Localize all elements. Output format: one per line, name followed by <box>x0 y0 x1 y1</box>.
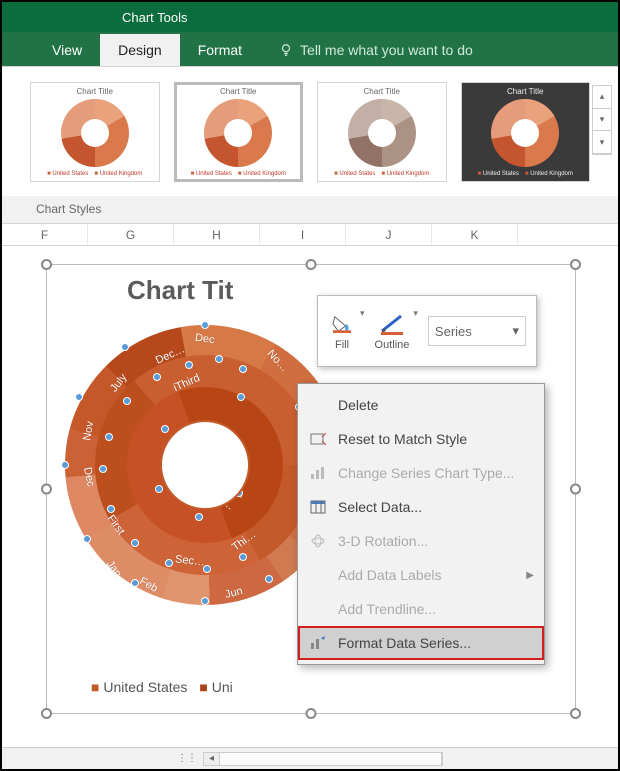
col-K[interactable]: K <box>432 224 518 245</box>
fill-button[interactable]: Fill <box>328 311 356 351</box>
resize-handle[interactable] <box>570 259 581 270</box>
resize-handle[interactable] <box>570 708 581 719</box>
fill-icon <box>328 311 356 337</box>
scroll-left-icon[interactable]: ◂ <box>204 753 220 765</box>
seg-label: Sec… <box>174 553 205 568</box>
dropdown-caret-icon: ▾ <box>512 323 519 339</box>
gallery-down-icon[interactable]: ▾ <box>593 109 611 132</box>
outline-icon <box>378 311 406 337</box>
horizontal-scrollbar[interactable]: ◂ <box>203 752 443 766</box>
tab-design[interactable]: Design <box>100 34 180 66</box>
resize-handle[interactable] <box>41 259 52 270</box>
seg-label: Dec <box>81 466 97 488</box>
resize-handle[interactable] <box>41 484 52 495</box>
ctx-delete[interactable]: Delete <box>298 388 544 422</box>
column-headers: F G H I J K <box>2 224 618 246</box>
seg-label: First <box>105 513 127 537</box>
grip-icon[interactable]: ⋮⋮ <box>177 753 197 764</box>
reset-icon <box>308 429 328 449</box>
seg-label: Dec… <box>154 343 187 366</box>
chart-style-4[interactable]: Chart Title United StatesUnited Kingdom <box>461 82 591 182</box>
ctx-3d-rotation: 3-D Rotation... <box>298 524 544 558</box>
legend-item[interactable]: United States <box>91 679 187 695</box>
worksheet-area[interactable]: Chart Tit Dec Dec… iThird July Nov No… D… <box>2 246 618 747</box>
ctx-select-data[interactable]: Select Data... <box>298 490 544 524</box>
chart-tools-title: Chart Tools <box>2 2 618 32</box>
seg-label: Jun <box>224 585 244 601</box>
seg-label: No… <box>265 348 291 375</box>
ribbon-tabs: View Design Format Tell me what you want… <box>2 32 618 66</box>
tellme-label: Tell me what you want to do <box>300 42 473 58</box>
resize-handle[interactable] <box>306 259 317 270</box>
rotate-3d-icon <box>308 531 328 551</box>
col-J[interactable]: J <box>346 224 432 245</box>
tab-format[interactable]: Format <box>180 34 260 66</box>
resize-handle[interactable] <box>41 708 52 719</box>
select-data-icon <box>308 497 328 517</box>
thumb-title: Chart Title <box>77 87 113 96</box>
context-menu: Delete Reset to Match Style Change Serie… <box>297 383 545 665</box>
thumb-title: Chart Title <box>507 87 543 96</box>
outline-button[interactable]: Outline <box>375 311 410 351</box>
fill-label: Fill <box>335 339 349 351</box>
chart-title[interactable]: Chart Tit <box>127 275 233 306</box>
col-I[interactable]: I <box>260 224 346 245</box>
legend-item[interactable]: Uni <box>199 679 232 695</box>
resize-handle[interactable] <box>306 708 317 719</box>
thumb-title: Chart Title <box>220 87 256 96</box>
col-H[interactable]: H <box>174 224 260 245</box>
dropdown-caret-icon[interactable]: ▾ <box>360 308 365 319</box>
seg-label: July <box>108 372 130 395</box>
seg-label: Jan <box>104 558 124 579</box>
series-label: Series <box>435 324 472 339</box>
chart-styles-group-label: Chart Styles <box>2 196 618 224</box>
chart-style-1[interactable]: Chart Title United StatesUnited Kingdom <box>30 82 160 182</box>
seg-label: Dec <box>194 332 215 347</box>
chart-legend[interactable]: United States Uni <box>91 679 233 695</box>
chart-style-3[interactable]: Chart Title United StatesUnited Kingdom <box>317 82 447 182</box>
col-F[interactable]: F <box>2 224 88 245</box>
ctx-reset[interactable]: Reset to Match Style <box>298 422 544 456</box>
bulb-icon <box>278 42 294 58</box>
dropdown-caret-icon[interactable]: ▾ <box>413 308 418 319</box>
style-gallery: Chart Title United StatesUnited Kingdom … <box>2 66 618 196</box>
seg-label: Sta… <box>164 440 193 466</box>
chart-element-picker[interactable]: Series ▾ <box>428 316 526 346</box>
chart-object[interactable]: Chart Tit Dec Dec… iThird July Nov No… D… <box>46 264 576 714</box>
ctx-format-data-series[interactable]: Format Data Series... <box>298 626 544 660</box>
chart-style-2[interactable]: Chart Title United StatesUnited Kingdom <box>174 82 304 182</box>
submenu-arrow-icon: ▶ <box>526 570 534 581</box>
gallery-up-icon[interactable]: ▴ <box>593 86 611 109</box>
sheet-footer: ⋮⋮ ◂ <box>2 747 618 769</box>
format-series-icon <box>308 633 328 653</box>
ctx-add-data-labels: Add Data Labels ▶ <box>298 558 544 592</box>
gallery-more-icon[interactable]: ▾ <box>593 131 611 154</box>
seg-label: Feb <box>137 575 159 595</box>
seg-label: Nov <box>81 420 96 441</box>
mini-toolbar: Fill ▾ Outline ▾ Series ▾ <box>317 295 537 367</box>
outline-label: Outline <box>375 339 410 351</box>
tellme[interactable]: Tell me what you want to do <box>260 34 491 66</box>
ctx-add-trendline: Add Trendline... <box>298 592 544 626</box>
resize-handle[interactable] <box>570 484 581 495</box>
tab-view[interactable]: View <box>34 34 100 66</box>
col-G[interactable]: G <box>88 224 174 245</box>
style-gallery-scroll[interactable]: ▴ ▾ ▾ <box>592 85 612 155</box>
ctx-change-chart-type: Change Series Chart Type... <box>298 456 544 490</box>
chart-type-icon <box>308 463 328 483</box>
thumb-title: Chart Title <box>364 87 400 96</box>
